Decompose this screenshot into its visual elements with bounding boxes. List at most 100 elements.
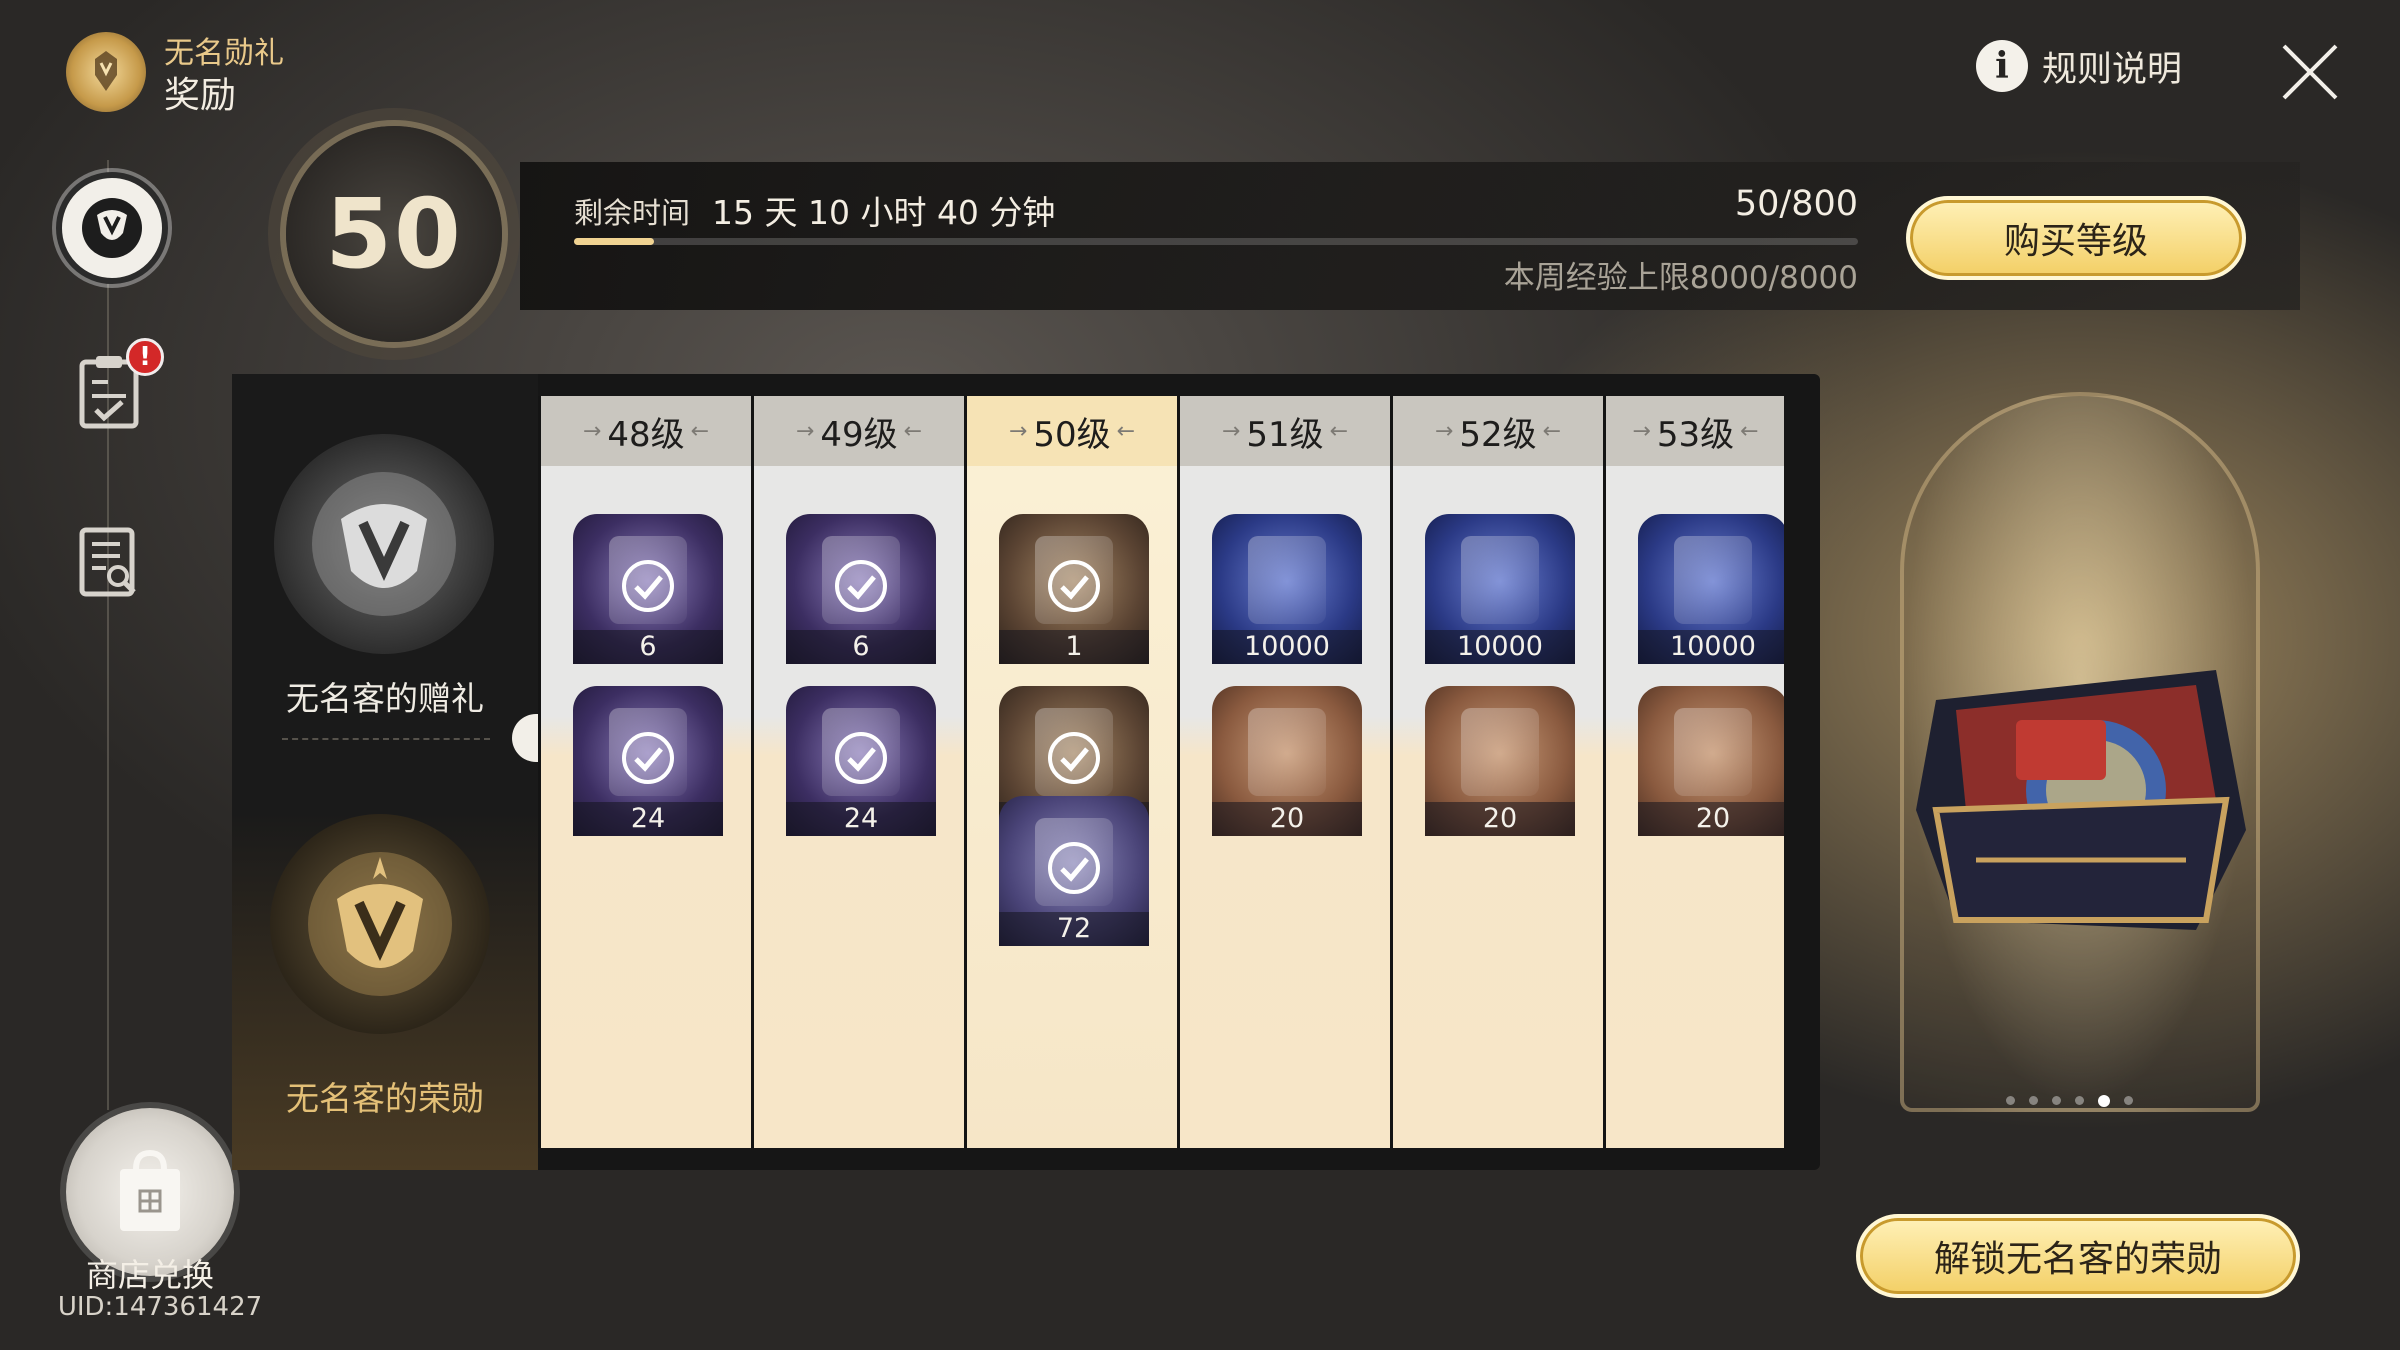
level-column: →52级←10000✦20 xyxy=(1390,396,1603,1148)
reward-quantity: 10000 xyxy=(1212,630,1362,664)
level-header: → 49级 ← xyxy=(754,396,964,466)
arrow-icon: → xyxy=(1221,418,1241,444)
rules-label: 规则说明 xyxy=(2042,49,2183,90)
arrow-icon: ← xyxy=(1542,418,1562,444)
arrow-icon: → xyxy=(1632,418,1651,444)
reward-item[interactable]: 10000 xyxy=(1425,514,1575,664)
reward-item-image xyxy=(1674,708,1752,796)
reward-quantity: 24 xyxy=(786,802,936,836)
close-icon[interactable] xyxy=(2278,40,2342,104)
shopping-bag-icon xyxy=(120,1149,180,1231)
paid-track-label: 无名客的荣勋 xyxy=(286,1079,484,1118)
exp-progress-fill xyxy=(574,238,655,245)
reward-item-image xyxy=(1248,536,1326,624)
reward-quantity: 20 xyxy=(1425,802,1575,836)
app-logo xyxy=(66,32,146,112)
arrow-icon: → xyxy=(1434,418,1454,444)
reward-item[interactable]: 20 xyxy=(1212,686,1362,836)
reward-item-image xyxy=(1461,536,1539,624)
claimed-check-icon xyxy=(835,560,887,612)
sidebar-item-rewards[interactable] xyxy=(56,172,168,284)
arrow-icon: ← xyxy=(1740,418,1759,444)
level-column: →49级←6✦24 xyxy=(751,396,964,1148)
level-label: 51级 xyxy=(1246,414,1324,455)
level-header: → 50级 ← xyxy=(967,396,1177,466)
level-label: 48级 xyxy=(607,414,685,455)
level-column: →50级←1✦172 xyxy=(964,396,1177,1148)
reward-item[interactable]: 20 xyxy=(1425,686,1575,836)
shield-emblem-icon xyxy=(82,198,142,258)
level-indicator: 50 xyxy=(286,126,502,342)
carousel-dot[interactable] xyxy=(2124,1096,2133,1105)
reward-item[interactable]: 10000 xyxy=(1212,514,1362,664)
reward-quantity: 20 xyxy=(1638,802,1784,836)
carousel-dot[interactable] xyxy=(2098,1095,2110,1107)
reward-quantity: 24 xyxy=(573,802,723,836)
claimed-check-icon xyxy=(1048,560,1100,612)
remaining-time-label: 剩余时间 xyxy=(574,196,691,230)
reward-item[interactable]: 6 xyxy=(786,514,936,664)
reward-quantity: 6 xyxy=(573,630,723,664)
gold-emblem-icon xyxy=(308,852,452,996)
arrow-icon: → xyxy=(582,418,602,444)
level-label: 53级 xyxy=(1656,414,1735,455)
carousel-dot[interactable] xyxy=(2075,1096,2084,1105)
claimed-check-icon xyxy=(622,732,674,784)
arrow-icon: ← xyxy=(690,418,710,444)
reward-quantity: 10000 xyxy=(1638,630,1784,664)
reward-item-image xyxy=(1461,708,1539,796)
level-header: → 48级 ← xyxy=(541,396,751,466)
buy-level-button[interactable]: 购买等级 xyxy=(1906,196,2246,280)
shield-emblem-icon xyxy=(312,472,456,616)
rules-button[interactable]: i 规则说明 xyxy=(1976,40,2182,92)
reward-item[interactable]: 1 xyxy=(999,514,1149,664)
page-title: 奖励 xyxy=(164,75,237,116)
level-column: →48级←6✦24 xyxy=(538,396,751,1148)
reward-item[interactable]: 72 xyxy=(999,796,1149,946)
level-label: 52级 xyxy=(1459,414,1537,455)
paid-track-emblem xyxy=(270,814,490,1034)
free-track-label: 无名客的赠礼 xyxy=(286,679,484,718)
reward-quantity: 10000 xyxy=(1425,630,1575,664)
level-header: → 51级 ← xyxy=(1180,396,1390,466)
user-uid: UID:147361427 xyxy=(57,1292,263,1322)
reward-item[interactable]: 6 xyxy=(573,514,723,664)
carousel-dot[interactable] xyxy=(2006,1096,2015,1105)
track-divider xyxy=(282,738,490,740)
reward-quantity: 72 xyxy=(999,912,1149,946)
level-column: →51级←10000✦20 xyxy=(1177,396,1390,1148)
carousel-dot[interactable] xyxy=(2029,1096,2038,1105)
preview-carousel[interactable] xyxy=(2006,1095,2133,1107)
level-column: →53级←10000✦20 xyxy=(1603,396,1784,1148)
claimed-check-icon xyxy=(1048,732,1100,784)
shop-exchange-label: 商店兑换 xyxy=(85,1256,214,1294)
reward-item[interactable]: 24 xyxy=(786,686,936,836)
treasure-chest-icon[interactable] xyxy=(1896,580,2266,950)
reward-quantity: 20 xyxy=(1212,802,1362,836)
alert-badge: ! xyxy=(126,338,164,376)
reward-item[interactable]: 20 xyxy=(1638,686,1784,836)
arrow-icon: ← xyxy=(1116,418,1136,444)
current-level: 50 xyxy=(325,178,463,290)
weekly-exp-limit: 本周经验上限8000/8000 xyxy=(1503,260,1858,296)
free-track-emblem xyxy=(274,434,494,654)
level-header: → 53级 ← xyxy=(1606,396,1784,466)
arrow-icon: → xyxy=(795,418,815,444)
reward-quantity: 6 xyxy=(786,630,936,664)
exp-progress-bar xyxy=(574,238,1858,245)
emblem-icon xyxy=(95,51,117,91)
unlock-honor-button[interactable]: 解锁无名客的荣勋 xyxy=(1856,1214,2300,1298)
arrow-icon: ← xyxy=(1329,418,1349,444)
claimed-check-icon xyxy=(1048,842,1100,894)
claimed-check-icon xyxy=(622,560,674,612)
info-icon: i xyxy=(1976,40,2028,92)
sidebar-line xyxy=(107,160,109,1110)
carousel-dot[interactable] xyxy=(2052,1096,2061,1105)
arrow-icon: ← xyxy=(903,418,923,444)
arrow-icon: → xyxy=(1008,418,1028,444)
mission-book-icon[interactable] xyxy=(78,526,140,598)
reward-item-image xyxy=(1674,536,1752,624)
reward-item[interactable]: 24 xyxy=(573,686,723,836)
claimed-check-icon xyxy=(835,732,887,784)
reward-item[interactable]: 10000 xyxy=(1638,514,1784,664)
